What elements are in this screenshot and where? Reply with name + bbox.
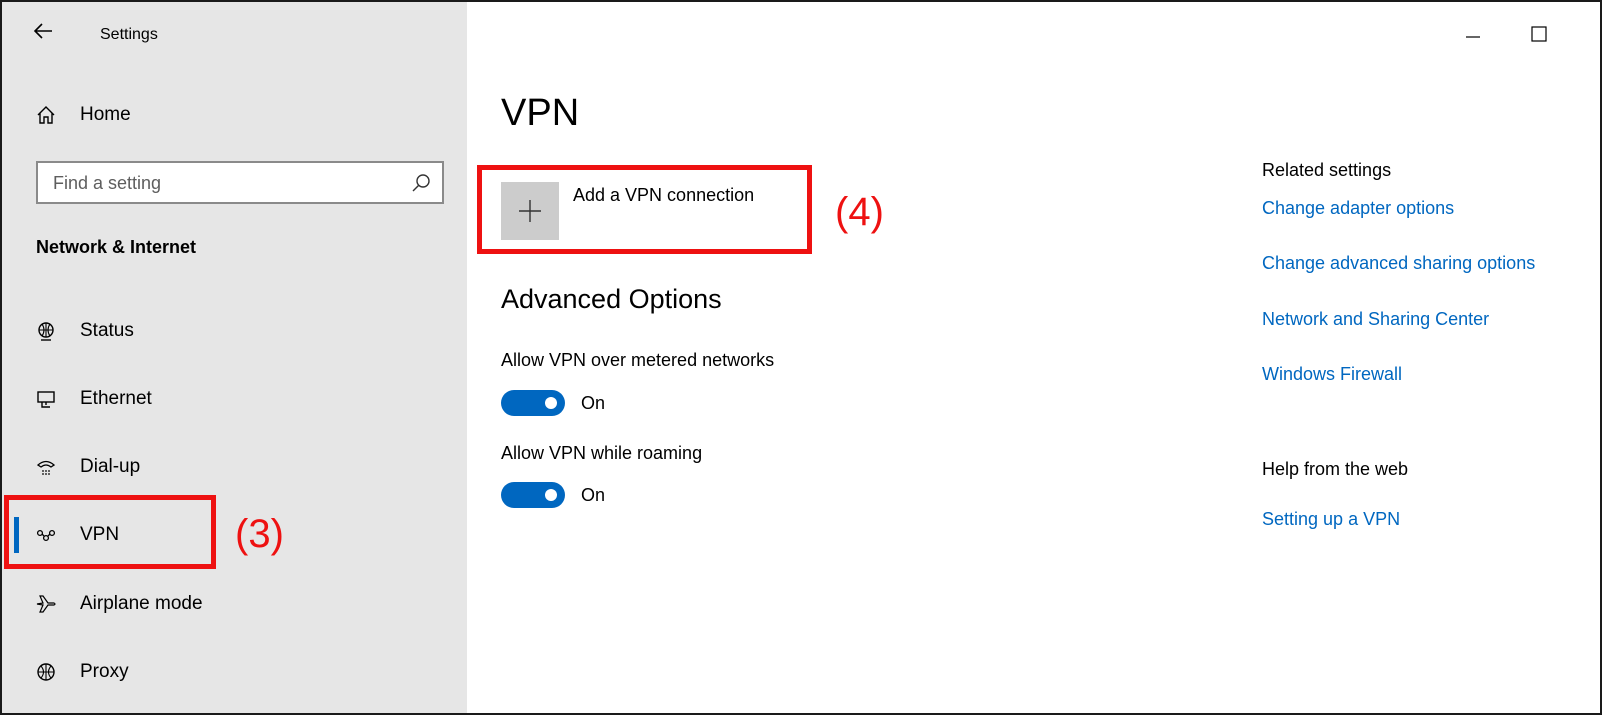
back-button[interactable] — [32, 20, 62, 50]
sidebar-item-ethernet[interactable]: Ethernet — [2, 373, 467, 425]
change-adapter-options-link[interactable]: Change adapter options — [1262, 198, 1454, 219]
sidebar-item-status[interactable]: Status — [2, 305, 467, 357]
maximize-icon — [1531, 26, 1547, 42]
sidebar: Settings Home Find a setting Network & I… — [2, 2, 467, 713]
network-sharing-center-link[interactable]: Network and Sharing Center — [1262, 309, 1489, 330]
proxy-globe-icon — [34, 660, 58, 684]
sidebar-item-label: Status — [80, 320, 134, 341]
settings-window: Settings Home Find a setting Network & I… — [0, 0, 1602, 715]
sidebar-item-label: Dial-up — [80, 456, 141, 477]
window-title: Settings — [100, 26, 158, 43]
windows-firewall-link[interactable]: Windows Firewall — [1262, 364, 1402, 385]
globe-status-icon — [34, 319, 58, 343]
metered-networks-toggle[interactable] — [501, 390, 565, 416]
metered-networks-state: On — [581, 393, 606, 413]
airplane-icon — [34, 592, 58, 616]
metered-networks-label: Allow VPN over metered networks — [501, 350, 775, 370]
roaming-toggle[interactable] — [501, 482, 565, 508]
arrow-left-icon — [33, 23, 52, 39]
annotation-label-step-4: (4) — [835, 190, 884, 234]
maximize-button[interactable] — [1529, 24, 1549, 44]
setting-up-vpn-link[interactable]: Setting up a VPN — [1262, 509, 1400, 530]
sidebar-item-airplane-mode[interactable]: Airplane mode — [2, 578, 467, 630]
sidebar-item-label: Airplane mode — [80, 593, 203, 614]
search-icon — [410, 172, 432, 194]
sidebar-item-proxy[interactable]: Proxy — [2, 646, 467, 698]
sidebar-item-label: Home — [80, 104, 131, 125]
sidebar-item-dial-up[interactable]: Dial-up — [2, 441, 467, 493]
sidebar-item-home[interactable]: Home — [2, 89, 467, 141]
roaming-state: On — [581, 485, 606, 505]
page-title: VPN — [501, 92, 580, 134]
annotation-box-step-3 — [4, 495, 216, 569]
change-advanced-sharing-link[interactable]: Change advanced sharing options — [1262, 253, 1535, 274]
dialup-phone-icon — [34, 455, 58, 479]
roaming-label: Allow VPN while roaming — [501, 443, 703, 463]
minimize-icon — [1466, 36, 1480, 38]
section-title: Network & Internet — [36, 237, 197, 257]
annotation-box-step-4 — [477, 165, 812, 254]
toggle-knob — [545, 489, 557, 501]
minimize-button[interactable] — [1462, 24, 1484, 46]
related-settings-heading: Related settings — [1262, 160, 1392, 180]
search-placeholder: Find a setting — [53, 173, 162, 193]
toggle-knob — [545, 397, 557, 409]
home-icon — [34, 103, 58, 127]
sidebar-item-label: Ethernet — [80, 388, 152, 409]
ethernet-monitor-icon — [34, 387, 58, 411]
search-input[interactable]: Find a setting — [36, 161, 444, 204]
help-from-web-heading: Help from the web — [1262, 459, 1409, 479]
sidebar-item-label: Proxy — [80, 661, 129, 682]
annotation-label-step-3: (3) — [235, 512, 284, 556]
advanced-options-heading: Advanced Options — [501, 284, 722, 314]
